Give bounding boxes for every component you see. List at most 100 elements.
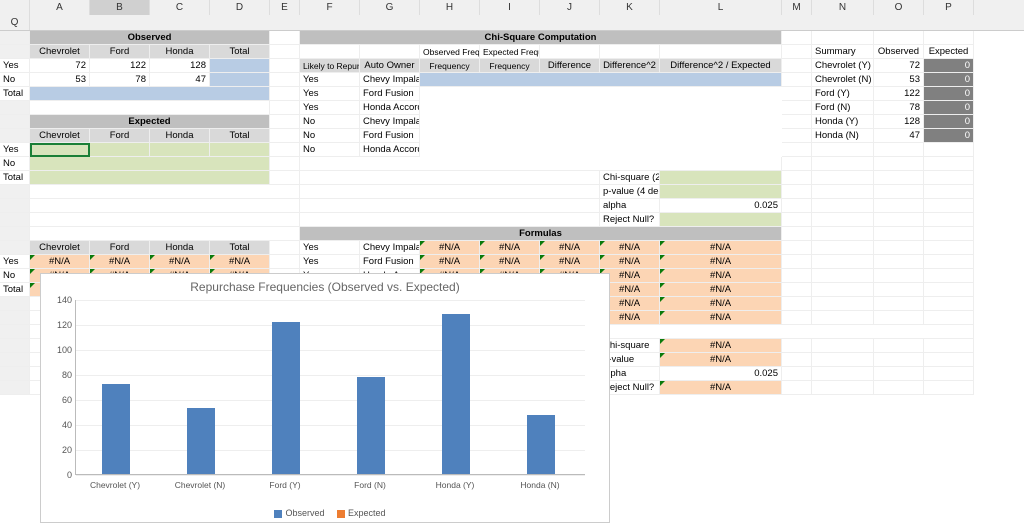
chi-q-1: Yes [300,87,360,101]
chi-q-3: No [300,115,360,129]
sum-row5-l: Honda (N) [812,129,874,143]
chi-diff2-hdr: Difference^2 [600,59,660,73]
col-I[interactable]: I [480,0,540,15]
summary-exp-hdr: Expected [924,45,974,59]
chi-own-1: Ford Fusion [360,87,420,101]
observed-hdr-chev: Chevrolet [30,45,90,59]
exp-hdr-ford: Ford [90,129,150,143]
obs-yes-total[interactable] [210,59,270,73]
stat-alpha: alpha [600,199,660,213]
stat-pval-val[interactable] [660,185,782,199]
col-M[interactable]: M [782,0,812,15]
sum-row4-l: Honda (Y) [812,115,874,129]
stat-pval: p-value (4 decimals) [600,185,660,199]
col-L[interactable]: L [660,0,782,15]
formulas-title: Formulas [300,227,782,241]
obs-yes-honda[interactable]: 128 [150,59,210,73]
obs-yes-ford[interactable]: 122 [90,59,150,73]
chi-own-0: Chevy Impala [360,73,420,87]
sum-row5-o: 47 [874,129,924,143]
obs-no-total[interactable] [210,73,270,87]
col-K[interactable]: K [600,0,660,15]
exp-yes-label: Yes [0,143,30,157]
sum-row1-e: 0 [924,73,974,87]
col-C[interactable]: C [150,0,210,15]
col-P[interactable]: P [924,0,974,15]
sum-row0-l: Chevrolet (Y) [812,59,874,73]
chi-diff-hdr: Difference [540,59,600,73]
observed-title: Observed [30,31,270,45]
col-F[interactable]: F [300,0,360,15]
col-A[interactable]: A [30,0,90,15]
active-cell[interactable] [30,143,90,157]
embedded-chart[interactable]: Repurchase Frequencies (Observed vs. Exp… [40,273,610,523]
chi-blue-block[interactable] [420,73,782,87]
chart-bar [357,377,385,475]
column-header-row[interactable]: A B C D E F G H I J K L M N O P Q [0,0,1024,31]
chart-title: Repurchase Frequencies (Observed vs. Exp… [41,274,609,296]
chart-x-label: Honda (Y) [425,480,485,490]
exp-total-label: Total [0,171,30,185]
obs-no-honda[interactable]: 47 [150,73,210,87]
stat-chi: Chi-square (2 decimals) [600,171,660,185]
observed-hdr-ford: Ford [90,45,150,59]
obs-no-ford[interactable]: 78 [90,73,150,87]
sum-row0-e: 0 [924,59,974,73]
summary-title: Summary [812,45,874,59]
col-H[interactable]: H [420,0,480,15]
observed-hdr-total: Total [210,45,270,59]
obs-no-chev[interactable]: 53 [30,73,90,87]
chi-freq1: Frequency [420,59,480,73]
col-B[interactable]: B [90,0,150,15]
stat-chi-val[interactable] [660,171,782,185]
col-G[interactable]: G [360,0,420,15]
chi-owner-hdr: Auto Owner [360,59,420,73]
sum-row3-o: 78 [874,101,924,115]
chart-x-label: Chevrolet (Y) [85,480,145,490]
col-N[interactable]: N [812,0,874,15]
sum-row3-e: 0 [924,101,974,115]
chart-x-label: Ford (Y) [255,480,315,490]
col-D[interactable]: D [210,0,270,15]
sum-row2-l: Ford (Y) [812,87,874,101]
chart-legend: Observed Expected [41,508,609,518]
chart-plot-area: 020406080100120140 [75,300,585,475]
stat-alpha-val[interactable]: 0.025 [660,199,782,213]
obs-total-row[interactable] [30,87,270,101]
legend-swatch-observed [274,510,282,518]
chart-bar [187,408,215,474]
chisq-title: Chi-Square Computation [300,31,782,45]
chi-own-5: Honda Accord [360,143,420,157]
chi-q-hdr: Likely to Repurchase? [300,59,360,73]
chart-x-label: Honda (N) [510,480,570,490]
chi-q-5: No [300,143,360,157]
sum-row2-e: 0 [924,87,974,101]
chart-bar [527,415,555,474]
stat-reject-val[interactable] [660,213,782,227]
expected-title: Expected [30,115,270,129]
col-Q[interactable]: Q [0,15,30,30]
col-E[interactable]: E [270,0,300,15]
observed-hdr-honda: Honda [150,45,210,59]
chi-own-4: Ford Fusion [360,129,420,143]
chart-x-label: Chevrolet (N) [170,480,230,490]
obs-yes-chev[interactable]: 72 [30,59,90,73]
obs-yes-label: Yes [0,59,30,73]
col-J[interactable]: J [540,0,600,15]
summary-obs-hdr: Observed [874,45,924,59]
sum-row4-o: 128 [874,115,924,129]
chi-freq2: Frequency [480,59,540,73]
sum-row3-l: Ford (N) [812,101,874,115]
sum-row5-e: 0 [924,129,974,143]
sum-row2-o: 122 [874,87,924,101]
legend-swatch-expected [337,510,345,518]
exp-no-label: No [0,157,30,171]
stat-reject: Reject Null? [600,213,660,227]
chi-own-3: Chevy Impala [360,115,420,129]
chi-own-2: Honda Accord [360,101,420,115]
chart-bar [102,384,130,474]
spreadsheet-sheet[interactable]: A B C D E F G H I J K L M N O P Q Observ… [0,0,1024,532]
sum-row4-e: 0 [924,115,974,129]
col-O[interactable]: O [874,0,924,15]
chi-hdr-expf: Expected Frequency [480,45,540,59]
